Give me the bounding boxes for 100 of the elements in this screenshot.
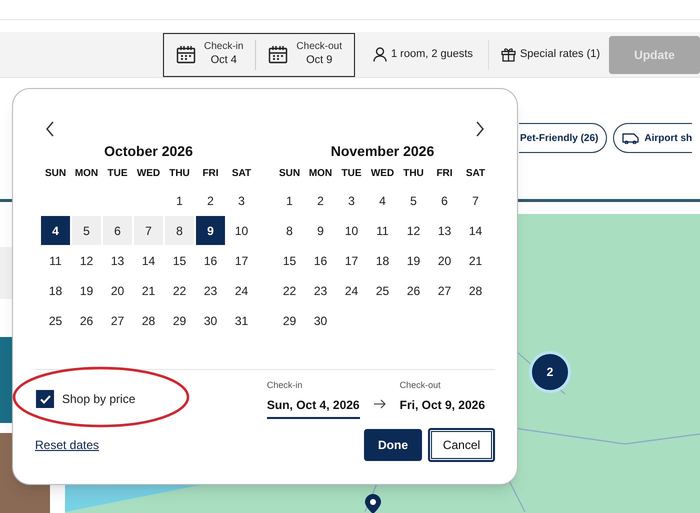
weekday-label: TUE [106, 167, 128, 181]
next-month-button[interactable] [475, 121, 485, 137]
list-panel [0, 247, 12, 299]
calendar-day[interactable]: 27 [430, 276, 459, 305]
calendar-day[interactable]: 6 [103, 216, 132, 245]
weekday-label: THU [168, 167, 191, 181]
calendar-day[interactable]: 26 [72, 306, 101, 335]
date-tab[interactable]: Check-out Fri, Oct 9, 2026 [400, 379, 485, 419]
person-icon [373, 47, 387, 62]
calendar-day[interactable]: 27 [103, 306, 132, 335]
calendar-day[interactable]: 11 [41, 246, 70, 275]
calendar-day[interactable]: 24 [337, 276, 366, 305]
calendar-day[interactable]: 17 [227, 246, 256, 275]
calendar-day[interactable]: 4 [368, 186, 397, 215]
calendar-day[interactable]: 22 [275, 276, 304, 305]
calendar-day[interactable]: 3 [337, 186, 366, 215]
gift-icon [500, 47, 516, 62]
calendar-day[interactable]: 19 [399, 246, 428, 275]
calendar-day[interactable]: 21 [461, 246, 490, 275]
checkbox[interactable] [36, 390, 54, 408]
calendar-day[interactable]: 2 [196, 186, 225, 215]
checkmark-icon [40, 394, 50, 404]
weekday-label: SAT [464, 167, 486, 181]
calendar-day[interactable]: 30 [306, 306, 335, 335]
done-button[interactable]: Done [364, 429, 422, 461]
calendar-day[interactable]: 20 [430, 246, 459, 275]
calendar-day[interactable]: 10 [337, 216, 366, 245]
checkbox-label: Shop by price [62, 391, 136, 408]
weekday-label: MON [74, 167, 100, 181]
calendar-day[interactable]: 31 [227, 306, 256, 335]
calendar-day[interactable]: 5 [399, 186, 428, 215]
reset-dates-link[interactable]: Reset dates [35, 436, 100, 454]
cancel-button[interactable]: Cancel [428, 428, 495, 462]
previous-month-button[interactable] [45, 121, 55, 137]
calendar-day[interactable]: 16 [196, 246, 225, 275]
weekday-label: SUN [278, 167, 302, 181]
calendar-day[interactable]: 10 [227, 216, 256, 245]
date-tab[interactable]: Check-in Sun, Oct 4, 2026 [266, 379, 360, 419]
month-title: November 2026 [330, 142, 436, 161]
calendar-day[interactable]: 11 [368, 216, 397, 245]
calendar-day[interactable]: 15 [275, 246, 304, 275]
calendar-day[interactable]: 12 [72, 246, 101, 275]
calendar-day[interactable]: 9 [196, 216, 225, 245]
calendar-day[interactable]: 18 [368, 246, 397, 275]
calendar-day[interactable]: 25 [368, 276, 397, 305]
calendar-day[interactable]: 29 [165, 306, 194, 335]
cluster-marker[interactable]: 2 [529, 351, 571, 393]
calendar-day[interactable]: 1 [165, 186, 194, 215]
shuttle-icon [622, 132, 640, 144]
chevron-left-icon [45, 121, 55, 137]
location-pin-icon [365, 494, 381, 513]
calendar-day[interactable]: 9 [306, 216, 335, 245]
calendar-day[interactable]: 2 [306, 186, 335, 215]
month-title: October 2026 [103, 142, 194, 161]
calendar-day[interactable]: 25 [41, 306, 70, 335]
calendar-day[interactable]: 8 [275, 216, 304, 245]
calendar-day[interactable]: 20 [103, 276, 132, 305]
calendar-day[interactable]: 18 [41, 276, 70, 305]
filter-chip[interactable]: Airport sh [613, 123, 692, 153]
calendar-day[interactable]: 12 [399, 216, 428, 245]
calendar-day[interactable]: 7 [461, 186, 490, 215]
calendar-day[interactable]: 7 [134, 216, 163, 245]
calendar-day[interactable]: 16 [306, 246, 335, 275]
calendar-day[interactable]: 1 [275, 186, 304, 215]
calendar-day[interactable]: 13 [430, 216, 459, 245]
calendar-day[interactable]: 30 [196, 306, 225, 335]
calendar-day[interactable]: 28 [134, 306, 163, 335]
weekday-label: SAT [230, 167, 252, 181]
filter-chip[interactable]: Pet-Friendly (26) [519, 123, 608, 153]
weekday-label: MON [308, 167, 334, 181]
calendar-day[interactable]: 24 [227, 276, 256, 305]
weekday-label: TUE [340, 167, 362, 181]
calendar-day[interactable]: 26 [399, 276, 428, 305]
calendar-day[interactable]: 17 [337, 246, 366, 275]
weekday-label: FRI [435, 167, 454, 181]
weekday-label: THU [402, 167, 425, 181]
weekday-label: FRI [201, 167, 220, 181]
calendar-day[interactable]: 23 [306, 276, 335, 305]
calendar-day[interactable]: 8 [165, 216, 194, 245]
calendar-day[interactable]: 13 [103, 246, 132, 275]
calendar-day[interactable]: 19 [72, 276, 101, 305]
calendar-day[interactable]: 14 [134, 246, 163, 275]
arrow-right-icon [374, 398, 386, 409]
special-rates-selector[interactable]: Special rates (1) [500, 46, 600, 63]
chevron-right-icon [475, 121, 485, 137]
weekday-label: WED [136, 167, 162, 181]
calendar-day[interactable]: 4 [41, 216, 70, 245]
weekday-label: WED [370, 167, 396, 181]
calendar-day[interactable]: 15 [165, 246, 194, 275]
weekday-label: SUN [44, 167, 68, 181]
calendar-day[interactable]: 22 [165, 276, 194, 305]
guests-selector[interactable]: 1 room, 2 guests [373, 46, 473, 63]
calendar-day[interactable]: 29 [275, 306, 304, 335]
calendar-day[interactable]: 21 [134, 276, 163, 305]
calendar-day[interactable]: 23 [196, 276, 225, 305]
calendar-day[interactable]: 5 [72, 216, 101, 245]
calendar-day[interactable]: 6 [430, 186, 459, 215]
calendar-day[interactable]: 14 [461, 216, 490, 245]
calendar-day[interactable]: 28 [461, 276, 490, 305]
calendar-day[interactable]: 3 [227, 186, 256, 215]
